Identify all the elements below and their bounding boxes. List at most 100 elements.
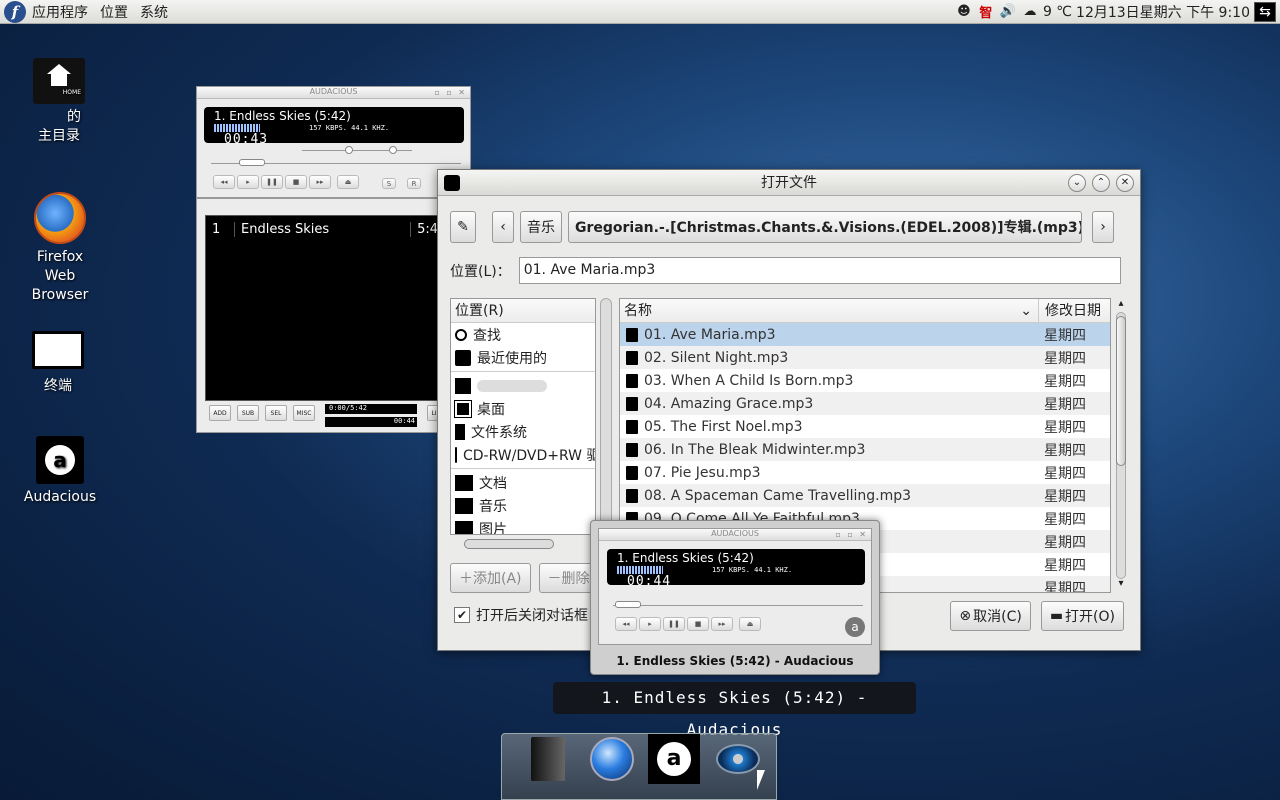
playlist-row[interactable]: 1 Endless Skies 5:4 xyxy=(206,216,444,243)
place-search[interactable]: 查找 xyxy=(451,323,595,346)
optical-drive-icon xyxy=(455,446,457,463)
places-header[interactable]: 位置(R) xyxy=(451,299,595,323)
column-modified[interactable]: 修改日期 xyxy=(1038,299,1110,322)
dialog-titlebar[interactable]: 打开文件 ⌄ ⌃ ✕ xyxy=(438,170,1140,196)
dock-item-audacious[interactable]: a xyxy=(648,734,700,784)
playlist[interactable]: 1 Endless Skies 5:4 xyxy=(205,215,445,401)
dock-tooltip: 1. Endless Skies (5:42) - Audacious xyxy=(553,682,916,739)
file-row[interactable]: 02. Silent Night.mp3 星期四 xyxy=(620,346,1110,369)
preview-caption: 1. Endless Skies (5:42) - Audacious xyxy=(616,654,854,668)
pause-button[interactable]: ❚❚ xyxy=(261,175,283,189)
place-pictures[interactable]: 图片 xyxy=(451,517,595,534)
audacious-label: Audacious xyxy=(23,489,97,505)
volume-knob[interactable] xyxy=(345,146,353,154)
playlist-sel-button[interactable]: SEL xyxy=(265,405,287,421)
close-after-open-checkbox[interactable]: ✔ 打开后关闭对话框 xyxy=(454,605,588,625)
filesystem-icon xyxy=(455,423,465,440)
path-segment-music[interactable]: 音乐 xyxy=(520,211,562,243)
menu-applications[interactable]: 应用程序 xyxy=(32,2,88,22)
minimize-button[interactable]: ⌄ xyxy=(1068,174,1086,192)
playlist-sub-button[interactable]: SUB xyxy=(237,405,259,421)
menu-system[interactable]: 系统 xyxy=(140,2,168,22)
shuffle-button[interactable]: S xyxy=(382,178,396,189)
file-name-cell: 02. Silent Night.mp3 xyxy=(620,350,1038,366)
file-row[interactable]: 08. A Spaceman Came Travelling.mp3 星期四 xyxy=(620,484,1110,507)
chevron-left-icon: ‹ xyxy=(500,219,506,235)
audio-file-icon xyxy=(626,419,638,434)
file-row[interactable]: 01. Ave Maria.mp3 星期四 xyxy=(620,323,1110,346)
audacious-titlebar[interactable]: AUDACIOUS ▫ ▫ ✕ xyxy=(197,87,470,99)
folder-icon xyxy=(455,474,473,491)
previous-button[interactable]: ◂◂ xyxy=(213,175,235,189)
desktop-icon-audacious[interactable]: a Audacious xyxy=(5,436,115,507)
desktop-icon-terminal[interactable]: 终端 xyxy=(3,331,113,396)
recent-icon xyxy=(455,349,471,366)
input-method-indicator[interactable]: 智 xyxy=(977,3,995,21)
balance-knob[interactable] xyxy=(389,146,397,154)
places-vertical-scrollbar[interactable] xyxy=(600,298,612,535)
place-documents[interactable]: 文档 xyxy=(451,471,595,494)
desktop-icon-home[interactable]: HOME 的 主目录 xyxy=(4,58,114,146)
cancel-button[interactable]: ⊗ 取消(C) xyxy=(950,601,1031,631)
top-panel: f 应用程序 位置 系统 ☻ 智 🔊 ☁ 9 ℃ 12月13日星期六 下午 9:… xyxy=(0,0,1280,24)
logout-icon[interactable]: ⇆ xyxy=(1254,1,1276,22)
audio-file-icon xyxy=(626,327,638,342)
path-forward-button[interactable]: › xyxy=(1092,211,1114,243)
playlist-misc-button[interactable]: MISC xyxy=(293,405,315,421)
plus-icon: ＋ xyxy=(459,571,473,587)
file-row[interactable]: 06. In The Bleak Midwinter.mp3 星期四 xyxy=(620,438,1110,461)
volume-icon[interactable]: 🔊 xyxy=(999,3,1017,21)
column-name[interactable]: 名称 ⌄ xyxy=(620,299,1038,322)
weather-icon[interactable]: ☁ xyxy=(1021,3,1039,21)
temperature[interactable]: 9 ℃ xyxy=(1043,4,1072,20)
clock[interactable]: 12月13日星期六 下午 9:10 xyxy=(1076,2,1250,22)
location-input[interactable]: 01. Ave Maria.mp3 xyxy=(518,257,1121,284)
audacious-playlist-window[interactable]: 1 Endless Skies 5:4 ADD SUB SEL MISC 0:0… xyxy=(196,198,446,433)
stop-button[interactable]: ■ xyxy=(285,175,307,189)
file-name-cell: 08. A Spaceman Came Travelling.mp3 xyxy=(620,488,1038,504)
system-tray: ☻ 智 🔊 ☁ 9 ℃ 12月13日星期六 下午 9:10 ⇆ xyxy=(955,1,1280,22)
file-row[interactable]: 05. The First Noel.mp3 星期四 xyxy=(620,415,1110,438)
path-back-button[interactable]: ‹ xyxy=(492,211,514,243)
open-button[interactable]: ▬ 打开(O) xyxy=(1040,601,1124,631)
places-horizontal-scrollbar[interactable] xyxy=(450,537,596,549)
place-music[interactable]: 音乐 xyxy=(451,494,595,517)
menu-places[interactable]: 位置 xyxy=(100,2,128,22)
playlist-add-button[interactable]: ADD xyxy=(209,405,231,421)
edit-location-button[interactable]: ✎ xyxy=(450,211,476,243)
dock: a xyxy=(501,733,777,800)
maximize-button[interactable]: ⌃ xyxy=(1092,174,1110,192)
file-row[interactable]: 03. When A Child Is Born.mp3 星期四 xyxy=(620,369,1110,392)
dock-item-browser[interactable] xyxy=(586,734,638,784)
place-desktop[interactable]: 桌面 xyxy=(451,397,595,420)
seek-handle[interactable] xyxy=(239,159,265,166)
file-row[interactable]: 04. Amazing Grace.mp3 星期四 xyxy=(620,392,1110,415)
scroll-thumb[interactable] xyxy=(1116,316,1126,466)
preview-player: AUDACIOUS ▫ ▫ ✕ 1. Endless Skies (5:42) 1… xyxy=(598,528,872,645)
path-segment-current[interactable]: Gregorian.-.[Christmas.Chants.&.Visions.… xyxy=(568,211,1082,243)
place-recent[interactable]: 最近使用的 xyxy=(451,346,595,369)
repeat-button[interactable]: R xyxy=(407,178,421,189)
place-filesystem[interactable]: 文件系统 xyxy=(451,420,595,443)
home-folder-icon: HOME xyxy=(33,58,85,104)
next-button[interactable]: ▸▸ xyxy=(309,175,331,189)
user-icon[interactable]: ☻ xyxy=(955,3,973,21)
desktop-icon-firefox[interactable]: Firefox Web Browser xyxy=(5,192,115,305)
fedora-logo-icon[interactable]: f xyxy=(4,0,26,23)
audio-file-icon xyxy=(626,350,638,365)
window-preview[interactable]: AUDACIOUS ▫ ▫ ✕ 1. Endless Skies (5:42) 1… xyxy=(590,520,880,675)
place-home[interactable] xyxy=(451,374,595,397)
dock-item-files[interactable] xyxy=(522,734,574,784)
audio-file-icon xyxy=(626,465,638,480)
place-optical-drive[interactable]: CD-RW/DVD+RW 驱 xyxy=(451,443,595,466)
file-list-scrollbar[interactable]: ▴ ▾ xyxy=(1114,298,1128,593)
close-button[interactable]: ✕ xyxy=(1116,174,1134,192)
file-row[interactable]: 07. Pie Jesu.mp3 星期四 xyxy=(620,461,1110,484)
checkbox-checked[interactable]: ✔ xyxy=(454,607,470,623)
play-button[interactable]: ▸ xyxy=(237,175,259,189)
audacious-main-window[interactable]: AUDACIOUS ▫ ▫ ✕ 1. Endless Skies (5:42) … xyxy=(196,86,471,198)
home-label-line1: 的 xyxy=(67,109,81,125)
eject-button[interactable]: ⏏ xyxy=(337,175,359,189)
search-icon xyxy=(455,328,467,341)
add-bookmark-button[interactable]: ＋添加(A) xyxy=(450,563,531,593)
